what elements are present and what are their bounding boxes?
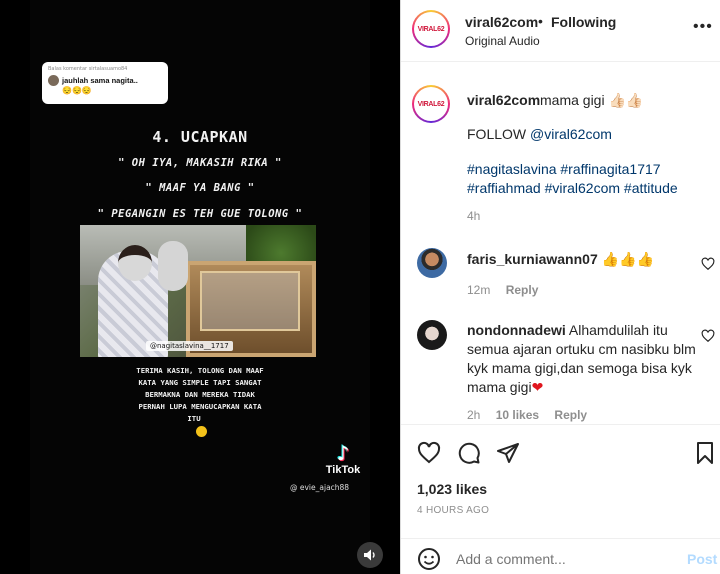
- clip-tag: @nagitaslavina__1717: [146, 341, 233, 351]
- post-time-ago[interactable]: 4 HOURS AGO: [417, 505, 489, 516]
- caption-text: mama gigi 👍🏻👍🏻: [540, 92, 644, 108]
- profile-avatar[interactable]: VIRAL62: [412, 10, 450, 48]
- video-quote-3: " PEGANGIN ES TEH GUE TOLONG ": [97, 208, 303, 220]
- comment-text: 👍👍👍: [601, 251, 654, 267]
- follow-prefix: FOLLOW: [467, 126, 531, 142]
- caption-follow-line: FOLLOW @viral62com: [467, 126, 612, 142]
- reply-label: Balas komentar sirtalasuamo84: [48, 66, 128, 72]
- add-comment-bar: Post: [401, 538, 720, 574]
- action-bar: [401, 424, 720, 479]
- tiktok-watermark: ♪ TikTok: [318, 442, 368, 476]
- commenter-avatar[interactable]: [417, 320, 447, 350]
- reply-text: jauhlah sama nagita..: [62, 76, 138, 85]
- video-body-line: TERIMA KASIH, TOLONG DAN MAAF: [136, 366, 264, 375]
- like-comment-heart-icon[interactable]: [701, 257, 715, 271]
- smile-emoji-icon: [196, 426, 207, 437]
- reply-emoji: 😔😔😔: [62, 86, 92, 95]
- speaker-icon: [364, 549, 375, 561]
- tiktok-name: TikTok: [325, 464, 361, 476]
- caption-timestamp[interactable]: 4h: [467, 209, 480, 223]
- comment-bubble-icon[interactable]: [457, 441, 481, 465]
- comment-body: faris_kurniawann07 👍👍👍: [467, 250, 697, 269]
- comment-meta: 12m Reply: [467, 283, 550, 297]
- tiktok-username: @ evie_ajach88: [290, 483, 350, 492]
- comment-time[interactable]: 2h: [467, 408, 480, 422]
- commenter-username[interactable]: faris_kurniawann07: [467, 251, 598, 267]
- video-body-text: TERIMA KASIH, TOLONG DAN MAAF KATA YANG …: [100, 365, 300, 425]
- more-options-icon[interactable]: •••: [693, 18, 713, 36]
- video-clip-image: @nagitaslavina__1717: [80, 225, 316, 357]
- likes-count[interactable]: 1,023 likes: [417, 481, 487, 497]
- video-heading: 4. UCAPKAN: [152, 128, 248, 146]
- video-player[interactable]: Balas komentar sirtalasuamo84 jauhlah sa…: [0, 0, 400, 574]
- video-quote-2: " MAAF YA BANG ": [145, 182, 255, 194]
- like-heart-icon[interactable]: [417, 441, 441, 465]
- avatar-logo-text: VIRAL62: [417, 25, 445, 33]
- video-body-line: BERMAKNA DAN MEREKA TIDAK: [145, 390, 255, 399]
- comment-likes[interactable]: 10 likes: [496, 408, 539, 422]
- comment-input[interactable]: [456, 551, 676, 567]
- reply-button[interactable]: Reply: [506, 283, 539, 297]
- comment-meta: 2h 10 likes Reply: [467, 408, 599, 422]
- bookmark-icon[interactable]: [693, 441, 717, 465]
- video-body-line: KATA YANG SIMPLE TAPI SANGAT: [138, 378, 262, 387]
- red-heart-emoji: ❤: [531, 379, 544, 395]
- like-comment-heart-icon[interactable]: [701, 329, 715, 343]
- reply-button[interactable]: Reply: [554, 408, 587, 422]
- hashtag-line[interactable]: #raffiahmad #viral62com #attitude: [467, 179, 717, 198]
- post-sidebar: VIRAL62 viral62com • Following Original …: [400, 0, 720, 574]
- video-body-line: PERNAH LUPA MENGUCAPKAN KATA: [138, 402, 262, 411]
- tiktok-icon: ♪: [336, 441, 350, 465]
- video-body-line: ITU: [187, 414, 201, 423]
- following-button[interactable]: Following: [551, 14, 616, 30]
- hashtag-line[interactable]: #nagitaslavina #raffinagita1717: [467, 160, 717, 179]
- caption-username[interactable]: viral62com: [467, 92, 540, 108]
- mention-link[interactable]: @viral62com: [530, 126, 612, 142]
- emoji-smile-icon[interactable]: [417, 547, 441, 571]
- comment-body: nondonnadewi Alhamdulilah itu semua ajar…: [467, 321, 697, 397]
- separator-dot: •: [538, 13, 543, 29]
- share-send-icon[interactable]: [496, 441, 520, 465]
- avatar-logo-text: VIRAL62: [417, 100, 445, 108]
- mute-button[interactable]: [357, 542, 383, 568]
- video-quote-1: " OH IYA, MAKASIH RIKA ": [118, 157, 282, 169]
- reply-avatar: [48, 75, 59, 86]
- comment-time[interactable]: 12m: [467, 283, 490, 297]
- header-username[interactable]: viral62com: [465, 14, 538, 30]
- hashtags: #nagitaslavina #raffinagita1717 #raffiah…: [467, 160, 717, 198]
- commenter-avatar[interactable]: [417, 248, 447, 278]
- commenter-username[interactable]: nondonnadewi: [467, 322, 566, 338]
- caption-avatar[interactable]: VIRAL62: [412, 85, 450, 123]
- post-header: VIRAL62 viral62com • Following Original …: [401, 0, 720, 62]
- audio-link[interactable]: Original Audio: [465, 34, 540, 48]
- post-button[interactable]: Post: [687, 551, 717, 567]
- tiktok-reply-bubble: Balas komentar sirtalasuamo84 jauhlah sa…: [42, 62, 168, 104]
